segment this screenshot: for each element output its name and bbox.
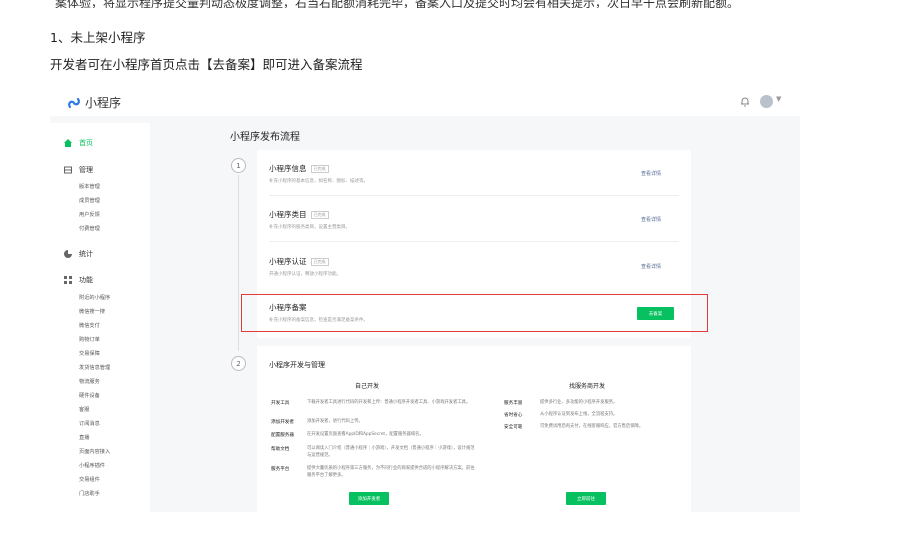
view-details-link[interactable]: 查看详情 — [641, 216, 661, 223]
app-logo[interactable]: 小程序 — [67, 94, 121, 111]
page-title: 小程序发布流程 — [230, 132, 300, 143]
manage-icon — [64, 166, 72, 174]
row-title: 小程序类目 — [269, 210, 307, 219]
sidebar-item-home[interactable]: 首页 — [64, 138, 93, 148]
view-details-link[interactable]: 查看详情 — [641, 263, 661, 270]
kv-value: 可以阅读入门介绍（普通小程序｜小游戏），开发文档（普通小程序｜小游戏），设计规范… — [307, 446, 475, 458]
step-connector — [238, 175, 239, 351]
sidebar-subitem[interactable]: 用户反馈 — [79, 211, 100, 218]
sidebar-subitem[interactable]: 客服 — [79, 406, 89, 413]
kv-value: 提供多行业、多功能的小程序开发服务。 — [540, 400, 618, 405]
kv-key: 添加开发者 — [271, 420, 294, 425]
sidebar: 首页 管理 版本管理 成员管理 用户反馈 付费管理 统计 功能 附近的小程序 微… — [50, 123, 150, 512]
row-desc: 补充小程序的服务类目，设置主营类目。 — [269, 225, 350, 230]
row-desc: 开通小程序认证，释放小程序功能。 — [269, 272, 341, 277]
sidebar-label-home: 首页 — [79, 139, 93, 147]
kv-key: 配置服务器 — [271, 433, 294, 438]
sidebar-label-features: 功能 — [79, 276, 93, 284]
view-details-link[interactable]: 查看详情 — [641, 170, 661, 177]
sidebar-subitem[interactable]: 小程序插件 — [79, 462, 105, 469]
step-number-1: 1 — [231, 158, 246, 173]
sidebar-item-stats[interactable]: 统计 — [64, 249, 93, 259]
sidebar-subitem[interactable]: 物流服务 — [79, 378, 100, 385]
dev-manage-card: 小程序开发与管理 自己开发 找服务商开发 开发工具 下载开发者工具进行代码的开发… — [257, 346, 691, 512]
stats-icon — [64, 250, 72, 258]
highlight-box — [241, 294, 708, 332]
step-number-2: 2 — [231, 356, 246, 371]
kv-key: 帮助文档 — [271, 447, 290, 452]
sidebar-subitem[interactable]: 交易保障 — [79, 350, 100, 357]
sidebar-subitem[interactable]: 直播 — [79, 434, 89, 441]
miniprogram-logo-icon — [68, 97, 80, 108]
status-badge: 已完成 — [310, 258, 329, 266]
row-title: 小程序信息 — [269, 164, 307, 173]
kv-value: 从小程序认证到发布上线，全流程支持。 — [540, 412, 618, 417]
self-dev-heading: 自己开发 — [355, 383, 380, 390]
sidebar-subitem[interactable]: 订阅消息 — [79, 420, 100, 427]
sidebar-subitem[interactable]: 微信支付 — [79, 322, 100, 329]
avatar[interactable] — [760, 95, 773, 108]
sidebar-label-manage: 管理 — [79, 166, 93, 174]
sidebar-item-manage[interactable]: 管理 — [64, 165, 93, 175]
sidebar-subitem[interactable]: 门店助手 — [79, 490, 100, 497]
add-developer-button[interactable]: 添加开发者 — [349, 492, 389, 505]
row-title: 小程序认证 — [269, 257, 307, 266]
app-header: 小程序 ▼ — [50, 88, 800, 116]
kv-value: 在开发设置页面查看AppID和AppSecret，配置服务器域名。 — [307, 432, 424, 437]
sidebar-subitem[interactable]: 交易组件 — [79, 476, 100, 483]
status-badge: 已完成 — [310, 211, 329, 219]
dev-title: 小程序开发与管理 — [269, 361, 325, 369]
doc-heading: 1、未上架小程序 — [50, 30, 146, 45]
sidebar-subitem[interactable]: 付费管理 — [79, 225, 100, 232]
doc-instruction: 开发者可在小程序首页点击【去备案】即可进入备案流程 — [50, 57, 363, 72]
embedded-screenshot: 小程序 ▼ 首页 管理 版本管理 成员管理 用户反馈 付费管理 统计 功能 附近… — [50, 88, 800, 512]
sidebar-subitem[interactable]: 硬件设备 — [79, 392, 100, 399]
provider-dev-heading: 找服务商开发 — [569, 383, 606, 390]
step-row-verify: 小程序认证 已完成 开通小程序认证，释放小程序功能。 查看详情 — [257, 242, 691, 289]
sidebar-subitem[interactable]: 发货信息管理 — [79, 364, 110, 371]
kv-key: 服务平台 — [271, 467, 290, 472]
sidebar-subitem[interactable]: 版本管理 — [79, 183, 100, 190]
kv-key: 安全可靠 — [504, 425, 523, 430]
kv-key: 开发工具 — [271, 401, 290, 406]
kv-value: 提供大量优质的小程序第三方服务，为不同行业的商家提供合适的小程序解决方案。前往服… — [307, 466, 475, 478]
kv-value: 可免费试用后再支付，在线客服响应，官方售后保障。 — [540, 424, 644, 429]
features-grid-icon — [64, 276, 72, 284]
sidebar-subitem[interactable]: 成员管理 — [79, 197, 100, 204]
home-icon — [64, 139, 72, 147]
sidebar-subitem[interactable]: 附近的小程序 — [79, 294, 110, 301]
kv-key: 省时省心 — [504, 413, 523, 418]
status-badge: 已完成 — [310, 165, 329, 173]
chevron-down-icon[interactable]: ▼ — [776, 95, 781, 103]
sidebar-label-stats: 统计 — [79, 250, 93, 258]
sidebar-item-features[interactable]: 功能 — [64, 275, 93, 285]
sidebar-subitem[interactable]: 微信搜一搜 — [79, 308, 105, 315]
step-row-category: 小程序类目 已完成 补充小程序的服务类目，设置主营类目。 查看详情 — [257, 196, 691, 242]
go-now-button[interactable]: 立即前往 — [566, 492, 606, 505]
bell-icon[interactable] — [740, 96, 750, 107]
kv-key: 服务丰富 — [504, 401, 523, 406]
kv-value: 下载开发者工具进行代码的开发和上传：普通小程序开发者工具、小游戏开发者工具。 — [307, 400, 471, 405]
sidebar-subitem[interactable]: 购物订单 — [79, 336, 100, 343]
app-logo-text: 小程序 — [85, 96, 122, 110]
kv-value: 添加开发者，进行代码上传。 — [307, 419, 363, 424]
doc-cut-text: 案体验，将显示程序提交量判动态极度调整，右当右配额消耗完毕，备案入口及提交时均会… — [55, 0, 740, 8]
sidebar-subitem[interactable]: 页面内容接入 — [79, 448, 110, 455]
row-desc: 补充小程序的基本信息，如名称、图标、描述等。 — [269, 179, 368, 184]
step-row-info: 小程序信息 已完成 补充小程序的基本信息，如名称、图标、描述等。 查看详情 — [257, 150, 691, 196]
